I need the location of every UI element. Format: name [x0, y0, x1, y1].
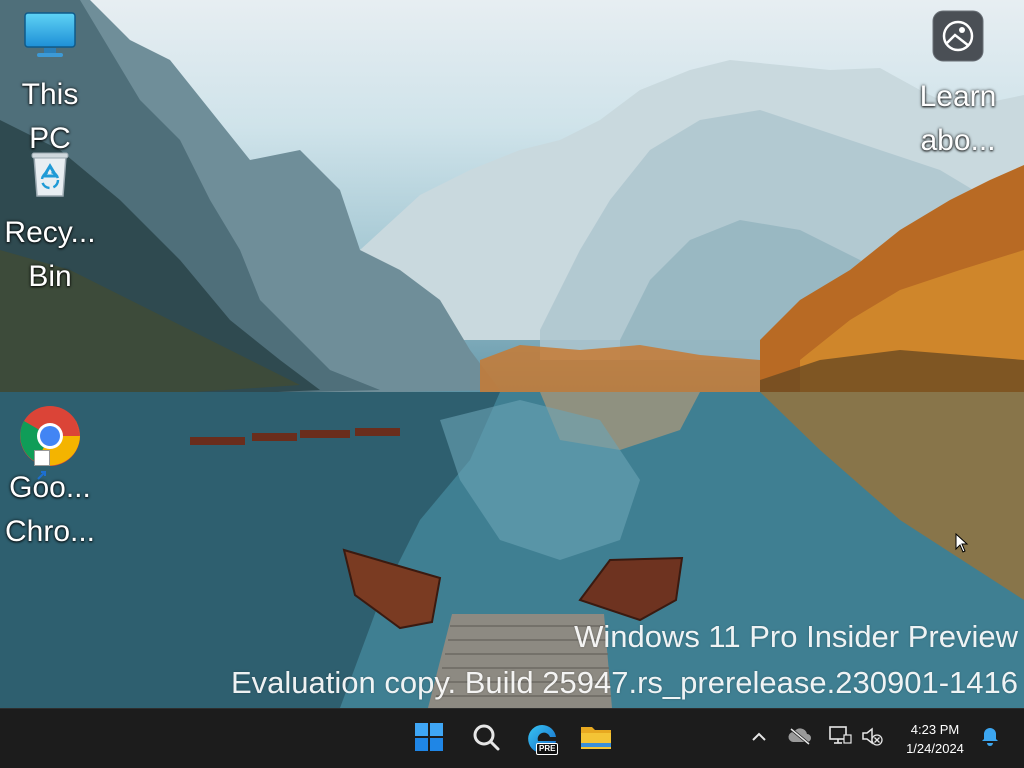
recycle-bin-icon: [0, 150, 100, 211]
bell-icon: [981, 726, 999, 751]
notifications-button[interactable]: [977, 725, 1003, 751]
file-explorer-button[interactable]: [574, 717, 618, 761]
volume-muted-icon: [861, 726, 883, 751]
chrome-icon: [18, 404, 82, 480]
desktop-icon-google-chrome[interactable]: Goo... Chro...: [0, 404, 100, 554]
wallpaper-lake-mountains: [0, 0, 1024, 708]
desktop-icon-learn-about-picture[interactable]: Learn abo...: [908, 10, 1008, 163]
clock-time: 4:23 PM: [910, 722, 960, 737]
taskbar: PRE 4:23 PM 1/24/2024: [0, 708, 1024, 768]
desktop-icon-this-pc[interactable]: This PC: [0, 10, 100, 161]
show-hidden-icons-button[interactable]: [746, 725, 772, 751]
chevron-up-icon: [751, 729, 767, 747]
onedrive-status-button[interactable]: [787, 725, 813, 751]
insider-watermark: Windows 11 Pro Insider Preview Evaluatio…: [231, 614, 1018, 706]
edge-preview-button[interactable]: PRE: [520, 717, 564, 761]
watermark-line-2: Evaluation copy. Build 25947.rs_prerelea…: [230, 665, 1018, 700]
file-explorer-icon: [580, 723, 612, 756]
edge-pre-badge: PRE: [536, 743, 559, 755]
start-button[interactable]: [407, 717, 451, 761]
desktop-icon-label: Learn abo...: [919, 80, 997, 157]
taskbar-clock[interactable]: 4:23 PM 1/24/2024: [894, 720, 976, 758]
desktop-icon-recycle-bin[interactable]: Recy... Bin: [0, 150, 100, 299]
desktop-wallpaper[interactable]: This PC Recy... Bin Goo... Chro... Learn…: [0, 0, 1024, 708]
onedrive-offline-icon: [788, 727, 812, 750]
shortcut-arrow-icon: [34, 450, 50, 480]
desktop-icon-label: Recy... Bin: [4, 216, 96, 293]
clock-date: 1/24/2024: [906, 741, 964, 756]
volume-button[interactable]: [859, 725, 885, 751]
edge-preview-icon: PRE: [526, 723, 559, 755]
desktop-icon-label: This PC: [21, 78, 79, 155]
network-button[interactable]: [827, 725, 853, 751]
spotlight-icon: [908, 10, 1008, 75]
desktop-icon-label: Goo... Chro...: [4, 471, 96, 548]
mouse-cursor-icon: [955, 532, 969, 558]
search-icon: [472, 723, 500, 756]
network-icon: [828, 725, 852, 752]
windows-logo-icon: [414, 722, 444, 757]
search-button[interactable]: [464, 717, 508, 761]
monitor-icon: [0, 10, 100, 73]
watermark-line-1: Windows 11 Pro Insider Preview: [574, 619, 1018, 654]
